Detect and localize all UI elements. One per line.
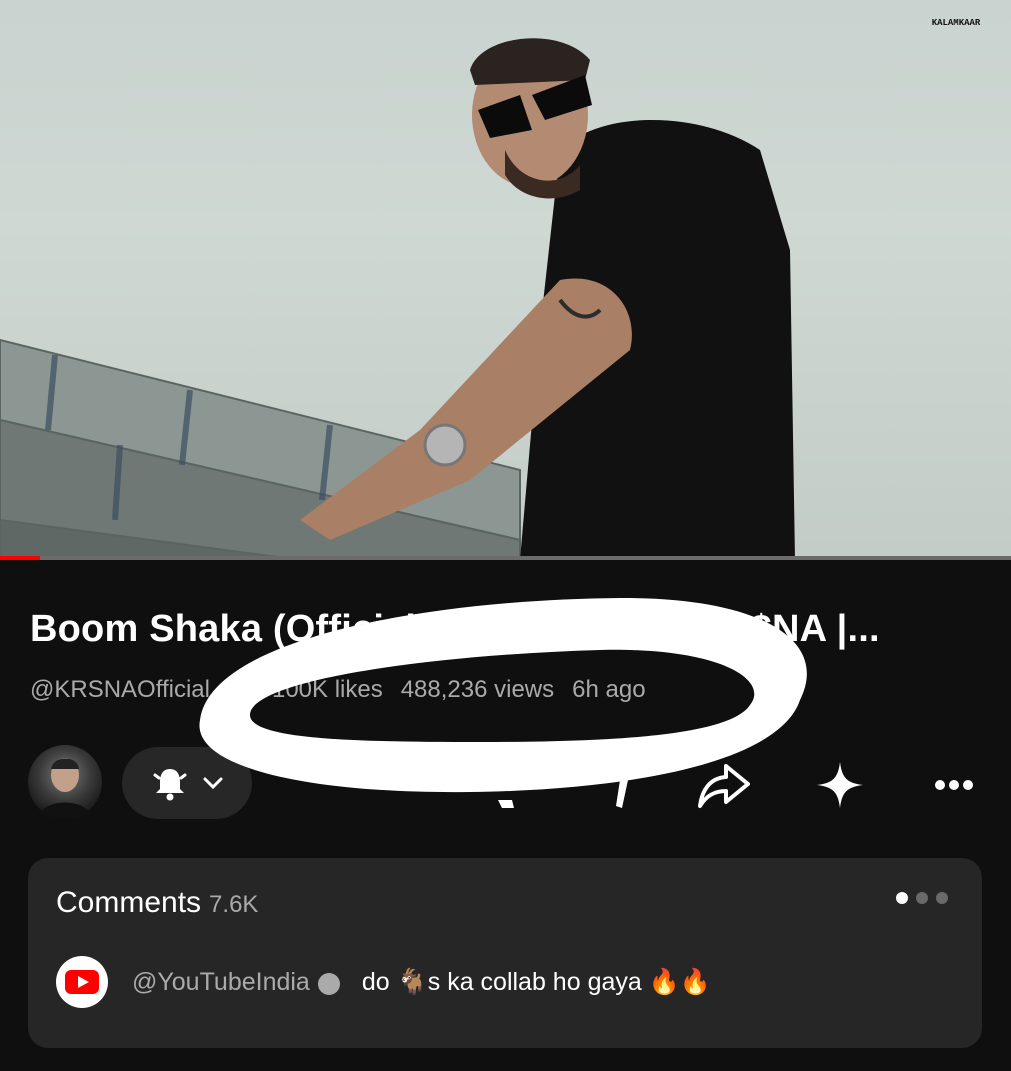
channel-handle[interactable]: @KRSNAOfficial: [30, 676, 210, 703]
fire-emoji: 🔥🔥: [648, 967, 711, 996]
verified-icon: [317, 973, 340, 995]
verified-icon: [231, 680, 252, 701]
comments-count: 7.6K: [209, 891, 259, 918]
top-comment[interactable]: @YouTubeIndia do 🐐s ka collab ho gaya 🔥🔥: [56, 956, 711, 1008]
comments-section[interactable]: Comments 7.6K @YouTubeIndia do 🐐s ka coll…: [28, 858, 982, 1048]
comment-author: @YouTubeIndia: [132, 967, 310, 996]
carousel-dot-active: [896, 892, 908, 904]
video-progress-bar[interactable]: [0, 556, 1011, 560]
youtube-logo-icon: [56, 956, 108, 1008]
bell-icon: [153, 769, 187, 801]
comment-text-end: s ka collab ho gaya: [427, 968, 642, 996]
likes-count: 100K likes: [271, 676, 383, 703]
comment-text: do 🐐s ka collab ho gaya 🔥🔥: [362, 967, 711, 997]
channel-watermark: KALAMKAAR: [931, 18, 981, 28]
channel-avatar[interactable]: [28, 745, 102, 819]
upload-age: 6h ago: [572, 676, 646, 703]
share-icon: [698, 764, 750, 808]
share-button[interactable]: [696, 755, 752, 815]
video-title[interactable]: Boom Shaka (Official Music Video) | KR$N…: [30, 608, 990, 651]
goat-emoji: 🐐: [396, 967, 428, 996]
comment-text-start: do: [361, 968, 390, 996]
video-player[interactable]: KALAMKAAR: [0, 0, 1011, 560]
comments-header: Comments 7.6K: [56, 886, 258, 920]
more-options-button[interactable]: [926, 755, 982, 815]
ask-button[interactable]: [812, 755, 868, 815]
carousel-dot: [916, 892, 928, 904]
more-icon: [935, 780, 973, 790]
sparkle-icon: [817, 762, 863, 808]
video-frame: [0, 38, 795, 560]
dislike-icon: [616, 780, 628, 808]
notification-bell-button[interactable]: [122, 747, 252, 819]
chevron-down-icon: [203, 777, 223, 790]
view-count: 488,236 views: [400, 676, 555, 703]
video-progress-played: [0, 556, 41, 560]
comments-label: Comments: [56, 886, 202, 919]
video-meta-line[interactable]: @KRSNAOfficial 100K likes 488,236 views 6h …: [30, 676, 664, 704]
like-icon: [498, 800, 514, 808]
carousel-dots: [896, 892, 948, 904]
dislike-button[interactable]: [590, 755, 646, 815]
avatar-portrait: [38, 758, 92, 819]
carousel-dot: [936, 892, 948, 904]
like-button[interactable]: [482, 755, 538, 815]
